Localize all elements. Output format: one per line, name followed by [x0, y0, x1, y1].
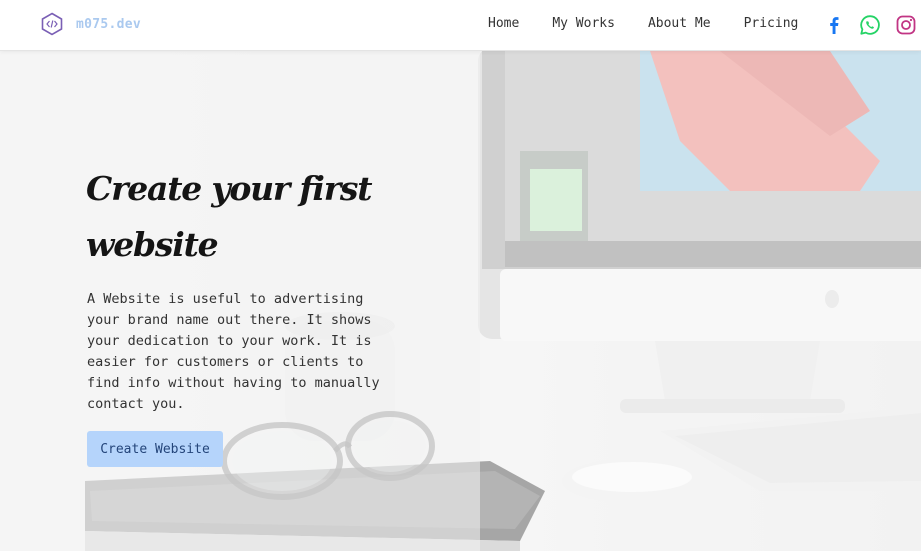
- social-links: [822, 13, 918, 37]
- code-hexagon-icon: [41, 12, 63, 36]
- instagram-icon[interactable]: [894, 13, 918, 37]
- logo[interactable]: m075.dev: [40, 12, 141, 36]
- hero-title: Create your first website: [86, 169, 373, 264]
- logo-text: m075.dev: [76, 16, 142, 32]
- facebook-icon[interactable]: [822, 13, 846, 37]
- hero-description: A Website is useful to advertising your …: [87, 291, 380, 412]
- site-header: m075.dev Home My Works About Me Pricing: [0, 0, 921, 51]
- nav-my-works[interactable]: My Works: [552, 16, 615, 31]
- main-nav: Home My Works About Me Pricing: [488, 16, 798, 31]
- nav-pricing[interactable]: Pricing: [744, 16, 799, 31]
- whatsapp-icon[interactable]: [858, 13, 882, 37]
- nav-home[interactable]: Home: [488, 16, 519, 31]
- create-website-button[interactable]: Create Website: [87, 431, 223, 467]
- nav-about-me[interactable]: About Me: [648, 16, 711, 31]
